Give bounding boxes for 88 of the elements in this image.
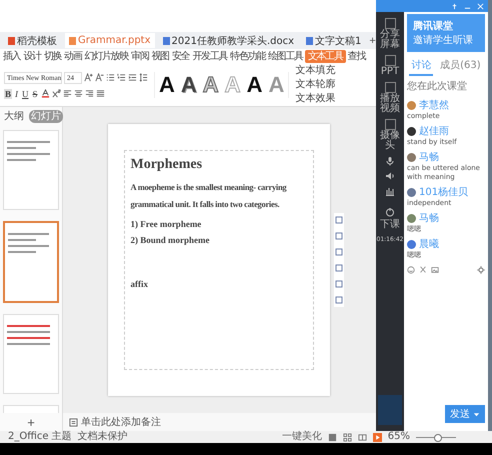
ribbon-tab[interactable]: 绘图工具: [266, 50, 304, 63]
bar-chart-icon[interactable]: [385, 186, 395, 196]
increase-font-icon[interactable]: [84, 73, 93, 82]
ribbon-tab[interactable]: 开发工具: [191, 50, 228, 63]
slide-list-item: 1) Free morpheme: [130, 219, 202, 229]
superscript-icon[interactable]: [52, 89, 61, 98]
ribbon-tab[interactable]: 设计: [22, 50, 42, 63]
ribbon-tab[interactable]: 视图: [150, 50, 170, 63]
slide-list-item: 2) Bound morpheme: [130, 235, 211, 245]
speaker-icon[interactable]: [385, 171, 395, 181]
avatar-icon: [407, 152, 416, 162]
ribbon-tab[interactable]: 幻灯片放映: [84, 50, 130, 63]
grid-view-icon[interactable]: [342, 432, 352, 442]
sender-name: 晨曦: [419, 238, 439, 251]
align-right-icon[interactable]: [84, 89, 94, 98]
classroom-tool-button[interactable]: 分享屏幕: [380, 18, 400, 50]
close-icon[interactable]: [477, 2, 484, 10]
line-spacing-icon[interactable]: [139, 73, 148, 82]
note-icon: [69, 418, 78, 426]
font-color-icon[interactable]: [40, 89, 50, 98]
pin-icon[interactable]: [451, 2, 458, 10]
align-left-icon[interactable]: [62, 89, 72, 98]
panel-tab[interactable]: 大纲: [2, 110, 26, 123]
classroom-tool-button[interactable]: 摄像头: [380, 119, 400, 151]
document-tab[interactable]: 文字文稿1: [302, 33, 366, 48]
normal-view-icon[interactable]: [328, 432, 337, 442]
power-icon: [385, 207, 395, 217]
justify-icon[interactable]: [96, 89, 105, 98]
sender-name: 马畅: [419, 212, 439, 225]
format-button[interactable]: I: [14, 88, 20, 98]
end-class-button[interactable]: 下课: [380, 207, 400, 231]
ribbon-tab[interactable]: 切换: [42, 50, 62, 63]
slide-text: affix: [130, 279, 149, 289]
emoji-icon[interactable]: [407, 266, 415, 274]
sender-name: 马畅: [419, 151, 439, 164]
notes-placeholder[interactable]: 单击此处添加备注: [81, 415, 161, 429]
ribbon-tab[interactable]: 特色功能: [229, 50, 266, 63]
slide-title: Morphemes: [130, 157, 204, 173]
text-style-preset[interactable]: A: [180, 72, 197, 98]
ribbon-tab[interactable]: 动画: [63, 50, 83, 63]
ribbon-tab[interactable]: 查找: [346, 50, 366, 63]
avatar-icon: [407, 214, 416, 222]
text-tool-button[interactable]: 文本填充: [295, 65, 336, 77]
avatar-icon: [407, 188, 416, 196]
text-tool-button[interactable]: 文本效果: [295, 93, 336, 105]
beautify-button[interactable]: 一键美化: [282, 431, 322, 443]
slide-paragraph: A moepheme is the smallest meaning- carrying grammatical unit. It falls into two categories.: [130, 181, 288, 211]
ribbon-tab[interactable]: 审阅: [130, 50, 150, 63]
align-center-icon[interactable]: [74, 89, 83, 98]
text-tool-button[interactable]: 文本轮廓: [295, 79, 336, 91]
settings-icon[interactable]: [477, 266, 485, 274]
sender-name: 李慧然: [419, 98, 449, 112]
chat-tab[interactable]: 成员(63): [438, 58, 483, 76]
indent-icon[interactable]: [128, 73, 137, 82]
numbered-list-icon[interactable]: [117, 73, 126, 82]
text-style-preset[interactable]: A: [246, 72, 262, 98]
ribbon-tab[interactable]: 插入: [2, 50, 22, 63]
slide-thumbnail[interactable]: [3, 221, 59, 303]
chat-notice: 您在此次课堂: [407, 80, 468, 93]
theme-name: 2_Office 主题: [8, 431, 72, 443]
decrease-font-icon[interactable]: [95, 73, 104, 82]
video-preview: [378, 395, 402, 425]
caret-icon[interactable]: [473, 410, 480, 418]
app-logo: 腾讯课堂: [413, 20, 454, 33]
microphone-icon[interactable]: [385, 156, 395, 166]
sender-name: 101杨佳贝: [419, 186, 468, 199]
classroom-tool-button[interactable]: 播放视频: [380, 82, 400, 114]
document-tab[interactable]: 2021任教师教学采头.docx: [158, 33, 298, 48]
new-tab-button[interactable]: +: [369, 34, 376, 46]
text-style-preset[interactable]: A: [159, 72, 175, 98]
format-button[interactable]: B: [4, 88, 12, 98]
avatar-icon: [407, 240, 416, 248]
zoom-level[interactable]: 65%: [388, 431, 410, 443]
classroom-tool-button[interactable]: PPT: [380, 55, 400, 77]
document-tab[interactable]: 稻壳模板: [4, 33, 61, 48]
ribbon-tab[interactable]: 安全: [170, 50, 190, 63]
avatar-icon: [407, 126, 416, 136]
format-button[interactable]: U: [21, 88, 30, 98]
avatar-icon: [407, 100, 416, 110]
bullet-list-icon[interactable]: [106, 73, 115, 82]
format-button[interactable]: S: [32, 88, 39, 98]
play-slideshow-icon[interactable]: [372, 432, 382, 442]
image-icon[interactable]: [431, 266, 439, 274]
text-box[interactable]: Morphemes A moepheme is the smallest meaning- carrying grammatical unit. It falls into two categories. 1) Free morpheme 2) Bound morpheme affix: [124, 150, 314, 370]
reading-view-icon[interactable]: [358, 432, 367, 442]
document-protection[interactable]: 文档未保护: [78, 431, 128, 443]
sender-name: 赵佳雨: [419, 124, 449, 138]
scissors-icon[interactable]: [419, 266, 427, 274]
